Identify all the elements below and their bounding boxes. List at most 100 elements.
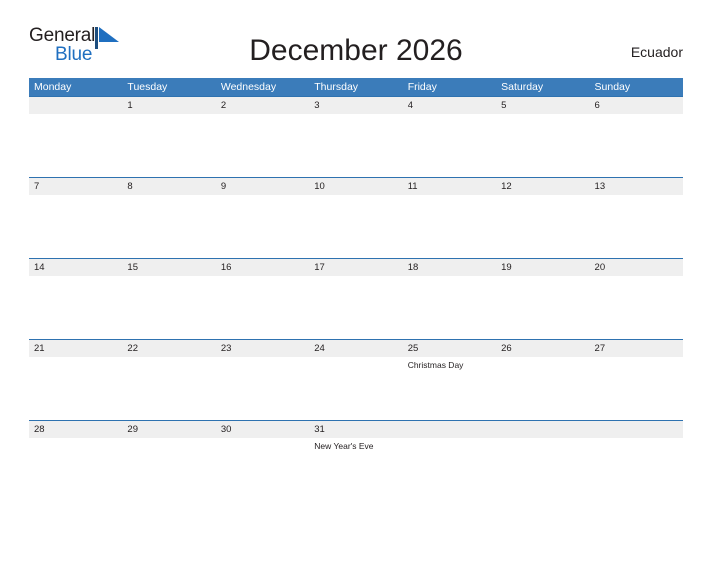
day-events[interactable]	[309, 276, 402, 340]
day-events[interactable]	[590, 357, 683, 421]
week-date-strip: 21 22 23 24 25 26 27	[29, 339, 683, 357]
day-events[interactable]	[590, 114, 683, 178]
day-number[interactable]: 11	[403, 178, 496, 195]
day-events[interactable]	[29, 114, 122, 178]
day-number[interactable]: 27	[590, 340, 683, 357]
calendar-week-row: 14 15 16 17 18 19 20	[29, 258, 683, 340]
day-number[interactable]: 4	[403, 97, 496, 114]
day-events[interactable]	[309, 357, 402, 421]
weekday-thursday: Thursday	[314, 81, 359, 93]
day-events[interactable]	[496, 357, 589, 421]
day-events[interactable]	[29, 276, 122, 340]
weekday-tuesday: Tuesday	[127, 81, 168, 93]
weekday-monday: Monday	[34, 81, 72, 93]
page-title: December 2026	[249, 34, 463, 67]
weekday-header-row: Monday Tuesday Wednesday Thursday Friday…	[29, 78, 683, 96]
event-label: New Year's Eve	[314, 441, 374, 451]
day-events[interactable]	[122, 195, 215, 259]
day-events[interactable]	[590, 276, 683, 340]
day-events[interactable]	[29, 195, 122, 259]
day-number[interactable]: 8	[122, 178, 215, 195]
day-events[interactable]	[590, 195, 683, 259]
day-number[interactable]: 30	[216, 421, 309, 438]
weekday-sunday: Sunday	[594, 81, 631, 93]
day-number[interactable]: 9	[216, 178, 309, 195]
day-number[interactable]: 18	[403, 259, 496, 276]
week-event-strip: Christmas Day	[29, 357, 683, 421]
day-events[interactable]	[496, 195, 589, 259]
day-number[interactable]: 26	[496, 340, 589, 357]
week-event-strip	[29, 114, 683, 178]
day-events[interactable]	[216, 114, 309, 178]
day-events[interactable]	[403, 114, 496, 178]
day-events[interactable]	[496, 438, 589, 502]
week-event-strip: New Year's Eve	[29, 438, 683, 502]
day-events[interactable]	[122, 357, 215, 421]
day-number[interactable]: 19	[496, 259, 589, 276]
day-number[interactable]	[590, 421, 683, 438]
day-events[interactable]	[216, 276, 309, 340]
week-event-strip	[29, 195, 683, 259]
day-number[interactable]: 16	[216, 259, 309, 276]
page-header: General Blue December 2026 Ecuador	[29, 22, 683, 78]
day-events-christmas[interactable]: Christmas Day	[403, 357, 496, 421]
day-events[interactable]	[122, 438, 215, 502]
day-number[interactable]	[29, 97, 122, 114]
calendar-week-row: 28 29 30 31 New Year's Eve	[29, 420, 683, 502]
day-number[interactable]: 12	[496, 178, 589, 195]
day-number[interactable]: 20	[590, 259, 683, 276]
day-events[interactable]	[216, 438, 309, 502]
day-events[interactable]	[496, 276, 589, 340]
event-label: Christmas Day	[407, 360, 464, 370]
day-events[interactable]	[403, 195, 496, 259]
calendar-week-row: 21 22 23 24 25 26 27 Christmas Day	[29, 339, 683, 421]
day-number[interactable]: 15	[122, 259, 215, 276]
day-events[interactable]	[403, 276, 496, 340]
day-number[interactable]: 13	[590, 178, 683, 195]
day-events[interactable]	[122, 276, 215, 340]
week-date-strip: 14 15 16 17 18 19 20	[29, 258, 683, 276]
calendar-week-row: 7 8 9 10 11 12 13	[29, 177, 683, 259]
weekday-saturday: Saturday	[501, 81, 544, 93]
country-label: Ecuador	[630, 44, 683, 60]
day-number[interactable]	[496, 421, 589, 438]
day-number[interactable]: 24	[309, 340, 402, 357]
day-events[interactable]	[496, 114, 589, 178]
day-number[interactable]: 23	[216, 340, 309, 357]
day-events[interactable]	[309, 114, 402, 178]
day-number[interactable]: 6	[590, 97, 683, 114]
calendar-grid: Monday Tuesday Wednesday Thursday Friday…	[29, 78, 683, 502]
day-number[interactable]: 29	[122, 421, 215, 438]
day-events[interactable]	[590, 438, 683, 502]
week-date-strip: 28 29 30 31	[29, 420, 683, 438]
day-number[interactable]: 25	[403, 340, 496, 357]
day-events[interactable]	[403, 438, 496, 502]
day-number[interactable]: 31	[309, 421, 402, 438]
week-date-strip: 7 8 9 10 11 12 13	[29, 177, 683, 195]
calendar-page: General Blue December 2026 Ecuador Monda…	[0, 22, 712, 572]
week-date-strip: 1 2 3 4 5 6	[29, 96, 683, 114]
day-events[interactable]	[309, 195, 402, 259]
day-number[interactable]: 1	[122, 97, 215, 114]
day-number[interactable]: 28	[29, 421, 122, 438]
day-number[interactable]: 3	[309, 97, 402, 114]
day-events[interactable]	[216, 357, 309, 421]
day-number[interactable]: 22	[122, 340, 215, 357]
day-number[interactable]: 7	[29, 178, 122, 195]
week-event-strip	[29, 276, 683, 340]
day-events[interactable]	[29, 357, 122, 421]
day-number[interactable]: 21	[29, 340, 122, 357]
day-number[interactable]	[403, 421, 496, 438]
day-number[interactable]: 2	[216, 97, 309, 114]
calendar-week-row: 1 2 3 4 5 6	[29, 96, 683, 178]
day-events[interactable]	[216, 195, 309, 259]
day-number[interactable]: 14	[29, 259, 122, 276]
day-number[interactable]: 5	[496, 97, 589, 114]
weekday-wednesday: Wednesday	[220, 81, 277, 93]
day-events[interactable]	[122, 114, 215, 178]
day-number[interactable]: 17	[309, 259, 402, 276]
weekday-friday: Friday	[407, 81, 437, 93]
day-events[interactable]	[29, 438, 122, 502]
day-events-new-years-eve[interactable]: New Year's Eve	[309, 438, 402, 502]
day-number[interactable]: 10	[309, 178, 402, 195]
